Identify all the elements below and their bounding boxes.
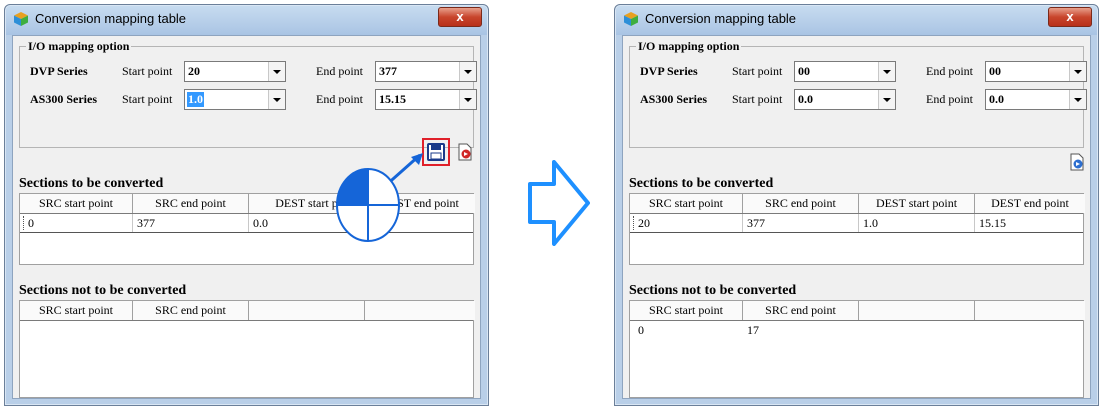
- cell-src-end[interactable]: 17: [743, 321, 858, 339]
- as300-end-value: 0.0: [989, 92, 1004, 106]
- header-src-start[interactable]: SRC start point: [630, 194, 743, 213]
- as300-end-combo[interactable]: 15.15: [375, 89, 477, 110]
- import-file-icon[interactable]: [455, 142, 475, 162]
- header-empty-1: [859, 301, 975, 320]
- header-empty-1: [249, 301, 365, 320]
- dvp-start-label: Start point: [732, 64, 783, 78]
- header-dest-end[interactable]: DEST end point: [975, 194, 1085, 213]
- import-file-icon[interactable]: [1067, 152, 1087, 172]
- as300-end-combo[interactable]: 0.0: [985, 89, 1087, 110]
- as300-start-label: Start point: [122, 92, 173, 106]
- dvp-end-label: End point: [926, 64, 973, 78]
- as300-start-label: Start point: [732, 92, 783, 106]
- window-title: Conversion mapping table: [645, 11, 797, 26]
- io-mapping-legend: I/O mapping option: [26, 39, 132, 54]
- conversion-window-after: Conversion mapping table x I/O mapping o…: [614, 4, 1099, 406]
- conversion-window-before: Conversion mapping table x I/O mapping o…: [4, 4, 489, 406]
- chevron-down-icon[interactable]: [1069, 62, 1086, 81]
- io-mapping-group: I/O mapping option DVP Series Start poin…: [19, 39, 477, 148]
- io-mapping-group: I/O mapping option DVP Series Start poin…: [629, 39, 1087, 148]
- chevron-down-icon[interactable]: [268, 90, 285, 109]
- header-empty-2: [365, 301, 475, 320]
- cell-dest-end[interactable]: 15.15: [975, 214, 1085, 232]
- dvp-series-label: DVP Series: [640, 64, 698, 78]
- dvp-end-value: 00: [989, 64, 1001, 78]
- chevron-down-icon[interactable]: [1069, 90, 1086, 109]
- dvp-series-label: DVP Series: [30, 64, 88, 78]
- dialog-body: I/O mapping option DVP Series Start poin…: [622, 35, 1091, 399]
- cell-src-start[interactable]: 20: [634, 214, 743, 232]
- header-src-end[interactable]: SRC end point: [133, 301, 249, 320]
- convert-table-header: SRC start point SRC end point DEST start…: [630, 194, 1085, 214]
- chevron-down-icon[interactable]: [268, 62, 285, 81]
- chevron-down-icon[interactable]: [878, 62, 895, 81]
- cell-src-end[interactable]: 377: [133, 214, 249, 232]
- table-row[interactable]: 20 377 1.0 15.15: [630, 214, 1083, 233]
- noconvert-table-header: SRC start point SRC end point: [630, 301, 1085, 321]
- as300-start-combo[interactable]: 0.0: [794, 89, 896, 110]
- dvp-start-label: Start point: [122, 64, 173, 78]
- close-button[interactable]: x: [438, 7, 482, 27]
- as300-end-label: End point: [316, 92, 363, 106]
- dvp-end-label: End point: [316, 64, 363, 78]
- convert-section-title: Sections to be converted: [629, 176, 774, 191]
- noconvert-table[interactable]: SRC start point SRC end point 0 17: [629, 300, 1085, 398]
- dvp-start-value: 20: [188, 64, 200, 78]
- convert-table[interactable]: SRC start point SRC end point DEST start…: [629, 193, 1085, 265]
- as300-start-value: 0.0: [798, 92, 813, 106]
- header-empty-2: [975, 301, 1085, 320]
- convert-section-title: Sections to be converted: [19, 176, 164, 191]
- header-src-end[interactable]: SRC end point: [743, 194, 859, 213]
- as300-start-combo[interactable]: 1.0: [184, 89, 286, 110]
- noconvert-section-title: Sections not to be converted: [19, 283, 187, 298]
- chevron-down-icon[interactable]: [459, 90, 476, 109]
- dvp-start-combo[interactable]: 00: [794, 61, 896, 82]
- cell-dest-start[interactable]: 1.0: [859, 214, 975, 232]
- dvp-end-combo[interactable]: 00: [985, 61, 1087, 82]
- right-arrow-icon: [528, 160, 590, 246]
- noconvert-table-header: SRC start point SRC end point: [20, 301, 475, 321]
- title-bar: Conversion mapping table x: [5, 5, 488, 33]
- header-src-end[interactable]: SRC end point: [743, 301, 859, 320]
- header-src-start[interactable]: SRC start point: [20, 194, 133, 213]
- as300-start-value: 1.0: [187, 92, 204, 107]
- app-cube-icon: [14, 12, 28, 26]
- table-row[interactable]: 0 17: [630, 321, 1083, 339]
- cell-src-end[interactable]: 377: [743, 214, 859, 232]
- dvp-start-value: 00: [798, 64, 810, 78]
- noconvert-table[interactable]: SRC start point SRC end point: [19, 300, 475, 398]
- noconvert-section-title: Sections not to be converted: [629, 283, 797, 298]
- app-cube-icon: [624, 12, 638, 26]
- close-button[interactable]: x: [1048, 7, 1092, 27]
- header-src-start[interactable]: SRC start point: [20, 301, 133, 320]
- mouse-pointer-icon: [336, 153, 423, 242]
- dvp-start-combo[interactable]: 20: [184, 61, 286, 82]
- io-mapping-legend: I/O mapping option: [636, 39, 742, 54]
- header-dest-start[interactable]: DEST start point: [859, 194, 975, 213]
- as300-series-label: AS300 Series: [30, 92, 97, 106]
- header-src-end[interactable]: SRC end point: [133, 194, 249, 213]
- as300-series-label: AS300 Series: [640, 92, 707, 106]
- as300-end-label: End point: [926, 92, 973, 106]
- cell-src-start[interactable]: 0: [634, 321, 742, 339]
- chevron-down-icon[interactable]: [878, 90, 895, 109]
- cell-src-start[interactable]: 0: [24, 214, 133, 232]
- chevron-down-icon[interactable]: [459, 62, 476, 81]
- as300-end-value: 15.15: [379, 92, 406, 106]
- dvp-end-combo[interactable]: 377: [375, 61, 477, 82]
- header-src-start[interactable]: SRC start point: [630, 301, 743, 320]
- title-bar: Conversion mapping table x: [615, 5, 1098, 33]
- dvp-end-value: 377: [379, 64, 397, 78]
- window-title: Conversion mapping table: [35, 11, 187, 26]
